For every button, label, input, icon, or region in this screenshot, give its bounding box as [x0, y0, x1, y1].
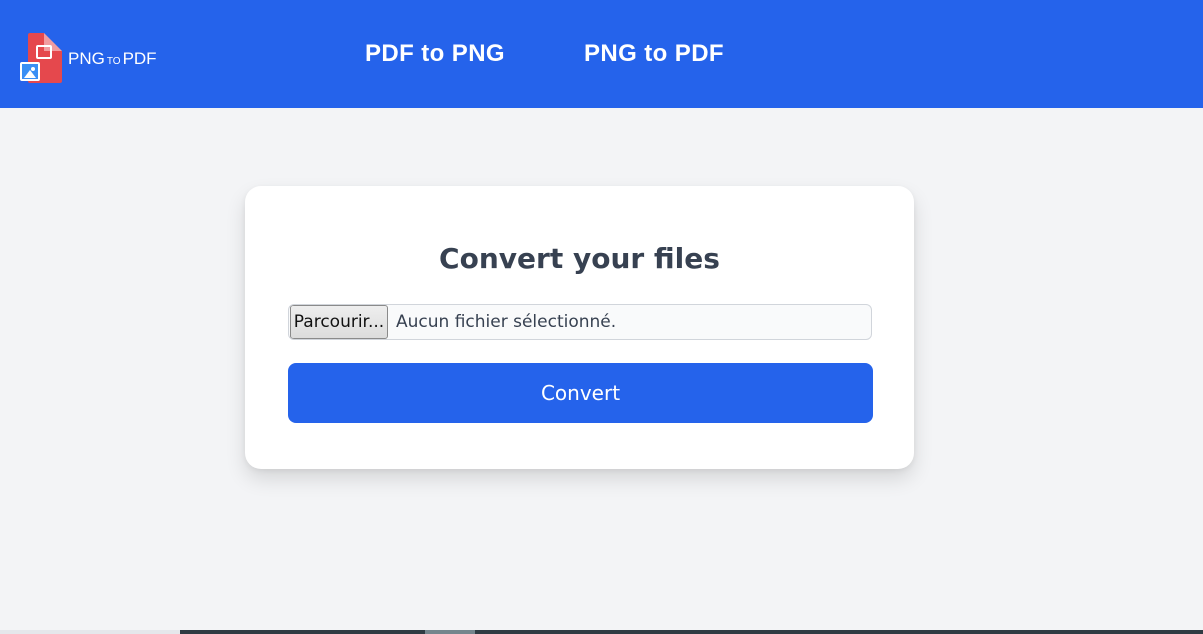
image-mountain-icon [24, 70, 36, 78]
browse-files-button[interactable]: Parcourir... [290, 305, 388, 339]
document-image-frame-icon [36, 45, 52, 59]
logo-word-pdf: PDF [122, 48, 157, 68]
logo-word-png: PNG [68, 48, 105, 68]
top-navbar: PNG TO PDF PDF to PNG PNG to PDF [0, 0, 1203, 108]
file-selection-status: Aucun fichier sélectionné. [396, 312, 617, 332]
nav-pdf-to-png-link[interactable]: PDF to PNG [365, 36, 505, 72]
image-file-icon [20, 62, 40, 81]
logo-wordmark: PNG TO PDF [68, 50, 157, 67]
file-upload-input[interactable]: Parcourir... Aucun fichier sélectionné. [288, 304, 872, 340]
logo-word-to: TO [106, 55, 121, 67]
convert-button[interactable]: Convert [288, 363, 873, 423]
converter-card: Convert your files Parcourir... Aucun fi… [245, 186, 914, 469]
nav-png-to-pdf-link[interactable]: PNG to PDF [584, 36, 724, 72]
page: PNG TO PDF PDF to PNG PNG to PDF Convert y… [0, 0, 1203, 634]
site-logo-link[interactable]: PNG TO PDF [20, 33, 170, 83]
bottom-window-edge [0, 630, 1203, 634]
bottom-window-edge-left-segment [0, 630, 180, 634]
bottom-window-edge-middle-segment [425, 630, 475, 634]
converter-title: Convert your files [439, 242, 720, 275]
pdf-image-document-icon [20, 33, 62, 83]
